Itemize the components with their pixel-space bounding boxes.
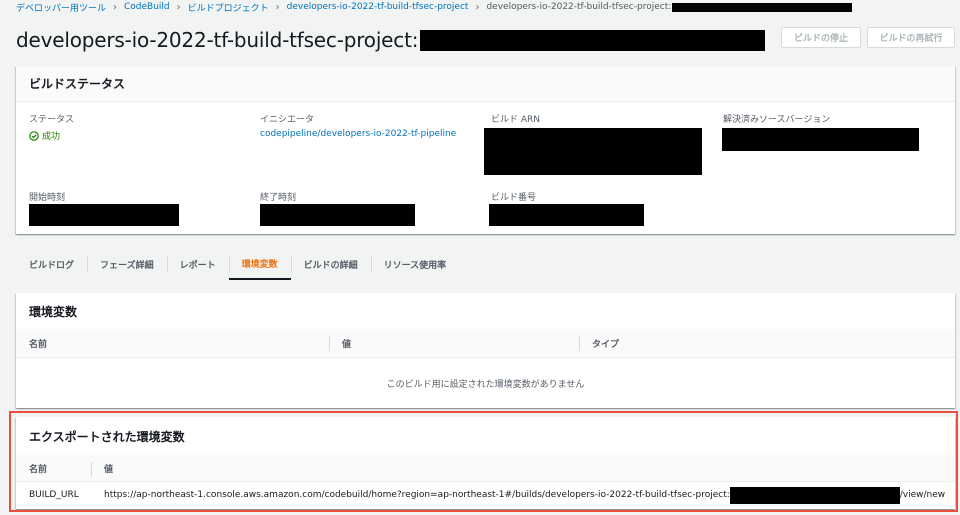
chevron-right-icon: ›: [113, 1, 118, 13]
stop-build-button[interactable]: ビルドの停止: [781, 27, 861, 48]
end-time-field: 終了時刻: [260, 190, 415, 229]
check-circle-icon: [29, 130, 39, 141]
status-label: ステータス: [29, 115, 75, 125]
redacted-block: [260, 204, 415, 226]
breadcrumb-build-projects[interactable]: ビルドプロジェクト: [188, 1, 269, 14]
page-title-container: developers-io-2022-tf-build-tfsec-projec…: [16, 28, 766, 52]
initiator-link[interactable]: codepipeline/developers-io-2022-tf-pipel…: [260, 129, 456, 139]
start-time-field: 開始時刻: [29, 190, 179, 229]
tab-build-logs[interactable]: ビルドログ: [16, 248, 87, 280]
build-number-field: ビルド番号: [489, 190, 644, 229]
highlight-annotation: [9, 411, 958, 512]
source-version-label: 解決済みソースバージョン: [723, 115, 831, 125]
breadcrumb-current: developers-io-2022-tf-build-tfsec-projec…: [486, 2, 672, 12]
source-version-field: 解決済みソースバージョン: [722, 112, 919, 154]
status-value: 成功: [42, 132, 61, 142]
breadcrumb: デベロッパー用ツール › CodeBuild › ビルドプロジェクト › dev…: [16, 0, 853, 14]
tab-phase-details[interactable]: フェーズ詳細: [87, 248, 167, 280]
column-name[interactable]: 名前: [16, 329, 329, 357]
status-field: ステータス 成功: [29, 112, 74, 142]
column-type[interactable]: タイプ: [579, 329, 955, 357]
breadcrumb-developer-tools[interactable]: デベロッパー用ツール: [16, 1, 106, 14]
tab-build-details[interactable]: ビルドの詳細: [290, 248, 371, 280]
breadcrumb-project[interactable]: developers-io-2022-tf-build-tfsec-projec…: [287, 2, 469, 12]
tab-reports[interactable]: レポート: [166, 248, 229, 280]
redacted-block: [489, 204, 644, 226]
build-status-heading: ビルドステータス: [16, 66, 955, 102]
build-arn-label: ビルド ARN: [491, 115, 541, 125]
column-value[interactable]: 値: [329, 329, 579, 357]
initiator-label: イニシエータ: [260, 115, 315, 125]
tab-environment-variables[interactable]: 環境変数: [228, 248, 291, 280]
status-badge: 成功: [29, 129, 74, 142]
env-vars-table-header: 名前 値 タイプ: [16, 329, 955, 358]
env-vars-heading: 環境変数: [16, 293, 955, 329]
redacted-block: [29, 204, 179, 226]
build-number-label: ビルド番号: [491, 193, 537, 203]
build-arn-field: ビルド ARN: [484, 112, 702, 178]
build-status-panel: ビルドステータス ステータス 成功 イニシエータ codepipeline/de…: [16, 66, 955, 234]
start-time-label: 開始時刻: [29, 193, 66, 203]
initiator-field: イニシエータ codepipeline/developers-io-2022-t…: [260, 112, 456, 139]
retry-build-button[interactable]: ビルドの再試行: [867, 27, 955, 48]
chevron-right-icon: ›: [475, 1, 480, 13]
redacted-block: [672, 2, 853, 12]
env-vars-panel: 環境変数 名前 値 タイプ このビルド用に設定された環境変数がありません: [16, 293, 955, 408]
chevron-right-icon: ›: [275, 1, 280, 13]
page-title: developers-io-2022-tf-build-tfsec-projec…: [16, 28, 419, 52]
chevron-right-icon: ›: [176, 1, 181, 13]
redacted-block: [420, 29, 766, 51]
breadcrumb-codebuild[interactable]: CodeBuild: [124, 2, 170, 12]
redacted-block: [722, 128, 919, 151]
tab-resource-utilization[interactable]: リソース使用率: [370, 248, 460, 280]
redacted-block: [484, 128, 702, 175]
end-time-label: 終了時刻: [260, 193, 297, 203]
tab-bar: ビルドログ フェーズ詳細 レポート 環境変数 ビルドの詳細 リソース使用率: [16, 248, 459, 280]
empty-message: このビルド用に設定された環境変数がありません: [386, 379, 585, 390]
